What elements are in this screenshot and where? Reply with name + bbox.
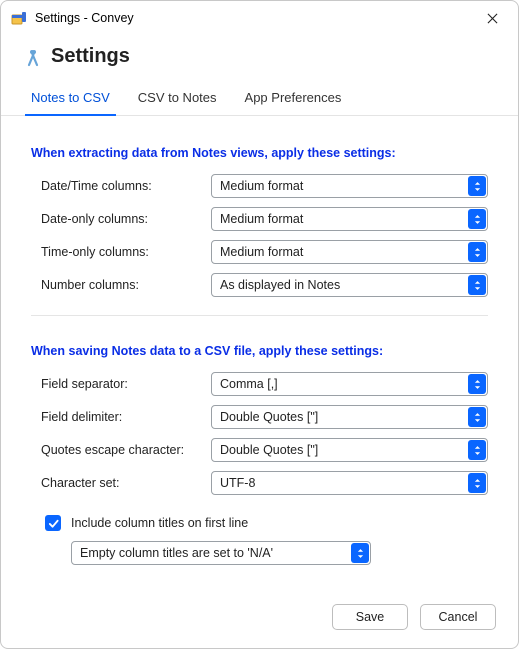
titlebar: Settings - Convey <box>1 1 518 35</box>
label-escape: Quotes escape character: <box>41 443 211 457</box>
tab-bar: Notes to CSV CSV to Notes App Preference… <box>1 82 518 116</box>
settings-icon <box>23 47 43 67</box>
save-button[interactable]: Save <box>332 604 408 630</box>
label-datetime: Date/Time columns: <box>41 179 211 193</box>
select-charset[interactable]: UTF-8 <box>211 471 488 495</box>
page-title: Settings <box>51 45 130 68</box>
select-value: Medium format <box>211 240 488 264</box>
select-value: Medium format <box>211 174 488 198</box>
label-delimiter: Field delimiter: <box>41 410 211 424</box>
check-icon <box>48 518 59 529</box>
select-number[interactable]: As displayed in Notes <box>211 273 488 297</box>
row-separator: Field separator: Comma [,] <box>31 372 488 396</box>
select-value: As displayed in Notes <box>211 273 488 297</box>
row-timeonly: Time-only columns: Medium format <box>31 240 488 264</box>
divider <box>31 315 488 316</box>
row-delimiter: Field delimiter: Double Quotes ["] <box>31 405 488 429</box>
label-number: Number columns: <box>41 278 211 292</box>
app-icon <box>11 10 27 26</box>
select-empty-titles[interactable]: Empty column titles are set to 'N/A' <box>71 541 371 565</box>
settings-body: When extracting data from Notes views, a… <box>1 116 518 565</box>
select-datetime[interactable]: Medium format <box>211 174 488 198</box>
tab-notes-to-csv[interactable]: Notes to CSV <box>29 82 112 115</box>
label-timeonly: Time-only columns: <box>41 245 211 259</box>
row-dateonly: Date-only columns: Medium format <box>31 207 488 231</box>
select-value: Double Quotes ["] <box>211 405 488 429</box>
select-escape[interactable]: Double Quotes ["] <box>211 438 488 462</box>
footer-buttons: Save Cancel <box>332 604 496 630</box>
tab-csv-to-notes[interactable]: CSV to Notes <box>136 82 219 115</box>
select-delimiter[interactable]: Double Quotes ["] <box>211 405 488 429</box>
section-title-save: When saving Notes data to a CSV file, ap… <box>31 344 488 358</box>
select-value: Comma [,] <box>211 372 488 396</box>
select-value: Medium format <box>211 207 488 231</box>
row-datetime: Date/Time columns: Medium format <box>31 174 488 198</box>
select-value: Empty column titles are set to 'N/A' <box>71 541 371 565</box>
row-include-titles: Include column titles on first line <box>45 515 488 531</box>
tab-app-preferences[interactable]: App Preferences <box>243 82 344 115</box>
window-title: Settings - Convey <box>35 11 134 25</box>
close-icon <box>487 13 498 24</box>
label-dateonly: Date-only columns: <box>41 212 211 226</box>
row-number: Number columns: As displayed in Notes <box>31 273 488 297</box>
label-separator: Field separator: <box>41 377 211 391</box>
label-include-titles: Include column titles on first line <box>71 516 248 530</box>
select-timeonly[interactable]: Medium format <box>211 240 488 264</box>
page-heading: Settings <box>1 35 518 82</box>
select-separator[interactable]: Comma [,] <box>211 372 488 396</box>
select-dateonly[interactable]: Medium format <box>211 207 488 231</box>
checkbox-include-titles[interactable] <box>45 515 61 531</box>
close-button[interactable] <box>476 4 508 32</box>
cancel-button[interactable]: Cancel <box>420 604 496 630</box>
label-charset: Character set: <box>41 476 211 490</box>
select-value: Double Quotes ["] <box>211 438 488 462</box>
select-value: UTF-8 <box>211 471 488 495</box>
row-escape: Quotes escape character: Double Quotes [… <box>31 438 488 462</box>
row-empty-titles: Empty column titles are set to 'N/A' <box>71 541 371 565</box>
row-charset: Character set: UTF-8 <box>31 471 488 495</box>
section-title-extract: When extracting data from Notes views, a… <box>31 146 488 160</box>
